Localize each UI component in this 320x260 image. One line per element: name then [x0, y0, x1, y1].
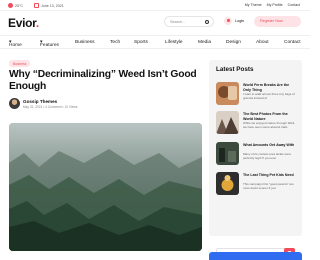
post-thumbnail[interactable] [216, 172, 239, 195]
register-button[interactable]: Register Now [254, 16, 301, 27]
latest-post-item[interactable]: The Best Photos From the World Nature Wh… [216, 111, 298, 135]
latest-post-item[interactable]: World Ferm Breaks Are the Only Thing I w… [216, 82, 298, 106]
post-excerpt: This campaign first "good parents" are m… [243, 182, 294, 190]
login-button[interactable]: Login [224, 17, 244, 25]
header-search-input[interactable]: Search... [164, 16, 214, 27]
nav-item-media[interactable]: Media [198, 40, 211, 45]
hero-image [9, 123, 202, 251]
top-link-my-theme[interactable]: My Theme [245, 3, 262, 7]
nav-item-tech[interactable]: Tech [110, 40, 120, 45]
post-title[interactable]: The Last Thing Pet Kids Need [243, 173, 298, 178]
top-links: My Theme My Profile Contact [245, 3, 300, 7]
nav-item-design[interactable]: Design [226, 40, 241, 45]
nav-item-about[interactable]: About [256, 40, 269, 45]
date-info: June 13, 2021 [34, 3, 64, 8]
sidebar-title: Latest Posts [216, 66, 254, 73]
nav-item-sports[interactable]: Sports [134, 40, 148, 45]
author-byline: Gossip Themes May 31, 2021 • 4 Comment •… [9, 98, 77, 109]
top-link-contact[interactable]: Contact [288, 3, 300, 7]
post-excerpt: I want to walk across three tiny bags of… [243, 92, 295, 100]
article-title: Why “Decriminalizing” Weed Isn’t Good En… [9, 69, 197, 93]
user-icon [224, 17, 232, 25]
latest-post-item[interactable]: The Last Thing Pet Kids Need This campai… [216, 172, 298, 196]
author-avatar[interactable] [9, 98, 20, 109]
promo-card[interactable] [209, 252, 302, 260]
post-thumbnail[interactable] [216, 111, 239, 134]
site-logo[interactable]: Evior. [8, 16, 39, 30]
nav-item-features[interactable]: Features ▾ [40, 40, 59, 49]
main-nav: Home ▾ Features ▾ Business Tech Sports L… [0, 35, 310, 49]
search-icon[interactable] [205, 19, 209, 24]
author-name[interactable]: Gossip Themes [23, 99, 77, 104]
temperature: 25°C [15, 3, 24, 8]
calendar-icon [34, 3, 39, 8]
post-excerpt: While we enjoyed nature through 2021, we… [243, 121, 296, 129]
sidebar-latest-posts: Latest Posts World Ferm Breaks Are the O… [209, 60, 302, 236]
post-excerpt: Many of its coolest ones lackie were per… [243, 152, 292, 160]
weather-info: 25°C [8, 3, 23, 8]
sun-icon [8, 3, 13, 8]
post-title[interactable]: The Best Photos From the World Nature [243, 112, 298, 121]
sidebar-search-wrap [209, 237, 302, 247]
site-header: Evior. Search... Login Register Now [0, 11, 310, 35]
nav-item-business[interactable]: Business [75, 40, 94, 45]
post-title[interactable]: What Amounts Get Away With [243, 143, 298, 148]
top-bar: 25°C June 13, 2021 My Theme My Profile C… [0, 0, 310, 11]
article-meta: May 31, 2021 • 4 Comment • 10 Views [23, 104, 78, 109]
nav-item-lifestyle[interactable]: Lifestyle [165, 40, 183, 45]
current-date: June 13, 2021 [41, 3, 64, 8]
top-link-my-profile[interactable]: My Profile [267, 3, 283, 7]
post-thumbnail[interactable] [216, 142, 239, 165]
nav-item-home[interactable]: Home ▾ [9, 40, 22, 49]
latest-post-item[interactable]: What Amounts Get Away With Many of its c… [216, 142, 298, 166]
post-thumbnail[interactable] [216, 82, 239, 105]
category-badge[interactable]: Business [9, 60, 31, 67]
post-title[interactable]: World Ferm Breaks Are the Only Thing [243, 83, 298, 92]
nav-item-contact[interactable]: Contact [284, 40, 301, 45]
